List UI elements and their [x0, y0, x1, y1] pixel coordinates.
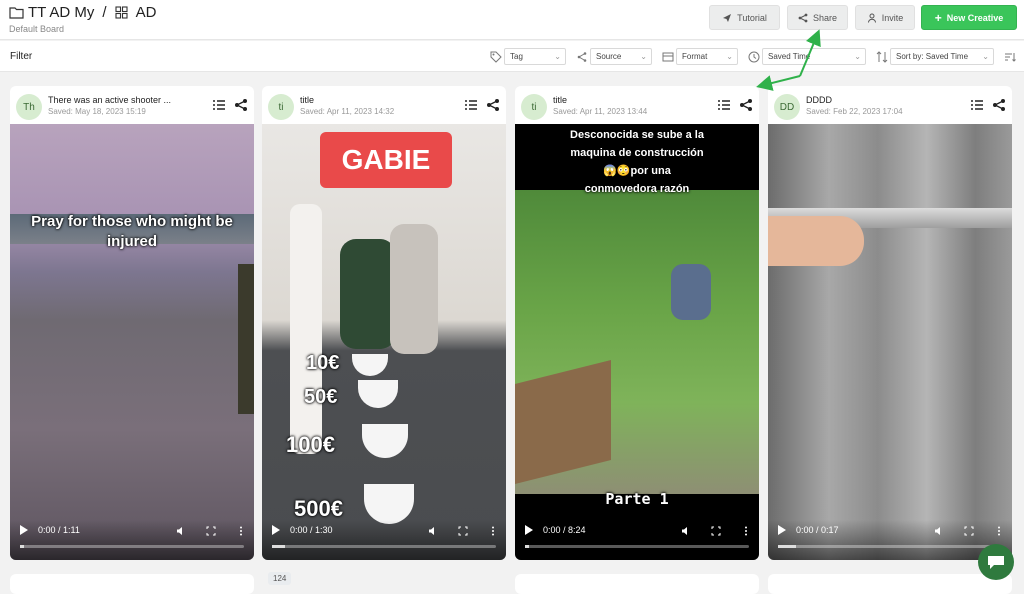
- annotation-arrows: [756, 29, 821, 91]
- chat-icon: [988, 556, 1004, 569]
- arrow-to-card-share: [756, 75, 801, 91]
- chat-support-button[interactable]: [978, 544, 1014, 580]
- arrow-to-share: [799, 29, 821, 77]
